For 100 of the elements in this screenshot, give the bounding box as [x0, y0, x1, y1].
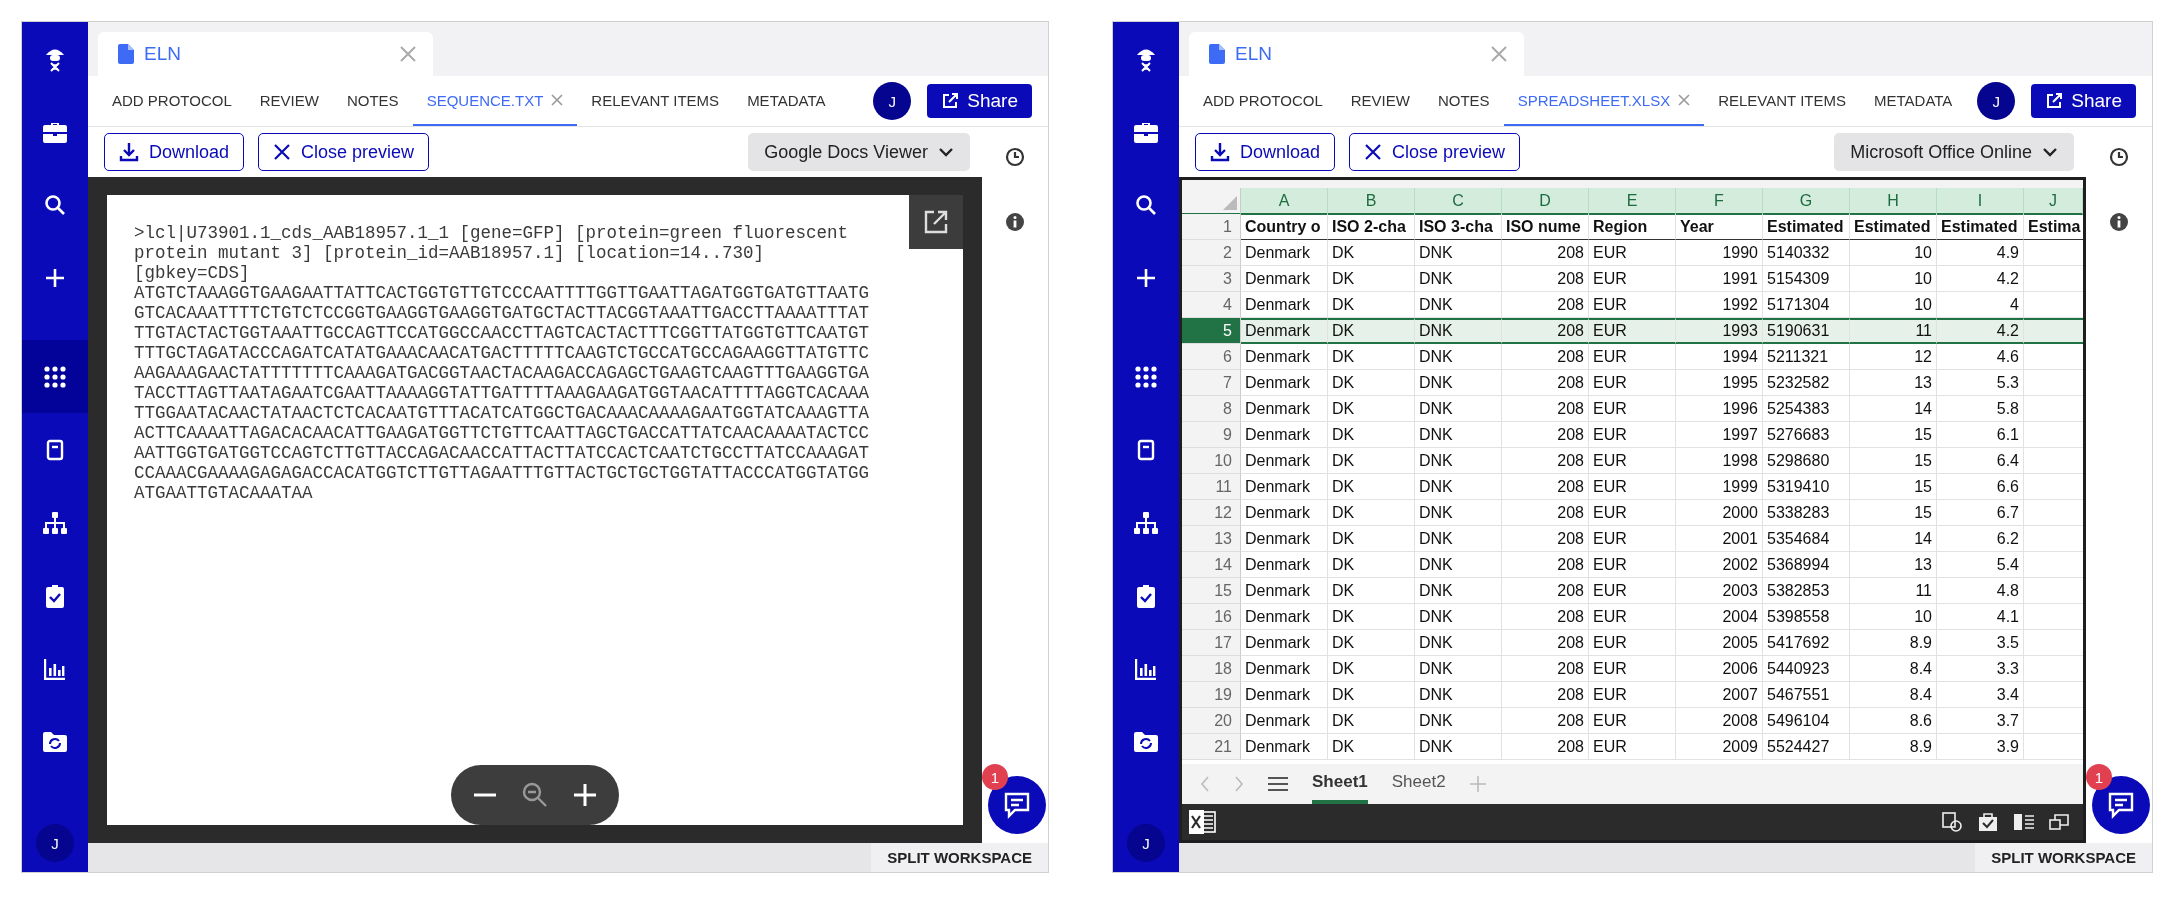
table-cell: DNK [1415, 240, 1502, 266]
column-header[interactable]: I [1937, 188, 2024, 215]
table-cell: 5140332 [1763, 240, 1850, 266]
row-header[interactable]: 11 [1182, 474, 1241, 500]
row-header[interactable]: 1 [1182, 214, 1241, 240]
nav-tab[interactable]: METADATA [1860, 76, 1967, 126]
nav-tab[interactable]: ADD PROTOCOL [1189, 76, 1337, 126]
notification-badge: 1 [982, 764, 1008, 790]
copy-refresh-icon[interactable] [1941, 811, 1963, 833]
row-header[interactable]: 13 [1182, 526, 1241, 552]
column-header[interactable]: E [1589, 188, 1676, 215]
row-header[interactable]: 16 [1182, 604, 1241, 630]
download-button[interactable]: Download [104, 133, 245, 171]
share-button[interactable]: Share [2031, 84, 2136, 118]
row-header[interactable]: 17 [1182, 630, 1241, 656]
row-header[interactable]: 12 [1182, 500, 1241, 526]
table-cell: DK [1328, 604, 1415, 630]
split-workspace-button[interactable]: SPLIT WORKSPACE [1975, 843, 2152, 872]
viewer-dropdown[interactable]: Microsoft Office Online [1834, 133, 2074, 171]
table-cell: DNK [1415, 344, 1502, 370]
row-header[interactable]: 10 [1182, 448, 1241, 474]
user-avatar[interactable]: J [873, 82, 912, 120]
nav-tab[interactable]: RELEVANT ITEMS [1704, 76, 1860, 126]
user-avatar[interactable]: J [1127, 824, 1165, 862]
clock-icon[interactable] [2109, 147, 2129, 167]
plus-icon [44, 266, 66, 289]
table-cell: 1993 [1676, 318, 1763, 344]
menu-icon[interactable] [1268, 776, 1288, 792]
document-tab[interactable]: ELN [98, 32, 433, 76]
table-cell: ISO 3-cha [1415, 214, 1502, 240]
column-header[interactable]: B [1328, 188, 1415, 215]
info-icon[interactable] [1005, 212, 1025, 232]
table-cell: DNK [1415, 370, 1502, 396]
row-header[interactable]: 2 [1182, 240, 1241, 266]
popout-icon[interactable] [2049, 813, 2069, 831]
row-header[interactable]: 21 [1182, 734, 1241, 760]
sheet-tab[interactable]: Sheet2 [1391, 764, 1446, 804]
nav-tab[interactable]: REVIEW [245, 76, 333, 126]
row-header[interactable]: 3 [1182, 266, 1241, 292]
clock-icon[interactable] [1005, 147, 1025, 167]
column-header[interactable]: A [1241, 188, 1328, 215]
column-header[interactable]: G [1763, 188, 1850, 215]
table-cell: 208 [1502, 578, 1589, 604]
user-avatar[interactable]: J [1977, 82, 2016, 120]
column-header[interactable]: C [1415, 188, 1502, 215]
briefcase-check-icon[interactable] [1977, 811, 1999, 833]
table-cell: DK [1328, 370, 1415, 396]
nav-tab[interactable]: REVIEW [1336, 76, 1424, 126]
share-button[interactable]: Share [927, 84, 1032, 118]
row-header[interactable]: 15 [1182, 578, 1241, 604]
table-cell: 3.4 [1937, 682, 2024, 708]
row-header[interactable]: 7 [1182, 370, 1241, 396]
download-button[interactable]: Download [1195, 133, 1336, 171]
table-cell: 2008 [1676, 708, 1763, 734]
table-cell: Denmark [1241, 474, 1328, 500]
close-preview-button[interactable]: Close preview [258, 133, 430, 171]
table-cell: EUR [1589, 708, 1676, 734]
document-tab[interactable]: ELN [1189, 32, 1524, 76]
open-external-button[interactable] [909, 195, 963, 249]
table-cell: DNK [1415, 682, 1502, 708]
table-cell: Estimated [1937, 214, 2024, 240]
table-cell: 5398558 [1763, 604, 1850, 630]
row-header[interactable]: 5 [1182, 318, 1241, 344]
row-header[interactable]: 8 [1182, 396, 1241, 422]
nav-tab[interactable]: SEQUENCE.TXT [412, 76, 578, 126]
reading-view-icon[interactable] [2013, 812, 2035, 832]
row-header[interactable]: 18 [1182, 656, 1241, 682]
user-avatar[interactable]: J [36, 824, 74, 862]
table-cell: DNK [1415, 396, 1502, 422]
row-header[interactable]: 9 [1182, 422, 1241, 448]
table-cell: DK [1328, 708, 1415, 734]
column-header[interactable]: F [1676, 188, 1763, 215]
sidebar-item[interactable] [22, 340, 88, 413]
column-header[interactable]: J [2024, 188, 2083, 215]
close-icon[interactable] [551, 94, 564, 106]
nav-tab[interactable]: NOTES [332, 76, 413, 126]
nav-tab[interactable]: METADATA [733, 76, 840, 126]
close-preview-button[interactable]: Close preview [1349, 133, 1521, 171]
external-link-icon [941, 92, 960, 110]
sequence-text-line: TTTGCTAGATACCCAGATCATATGAAACAACATGACTTTTTCAAGTCTGCCATGCCAGAAGGTTATGTTC [134, 343, 871, 363]
row-header[interactable]: 4 [1182, 292, 1241, 318]
nav-tab[interactable]: ADD PROTOCOL [98, 76, 246, 126]
table-cell: ISO 2-cha [1328, 214, 1415, 240]
nav-tab[interactable]: RELEVANT ITEMS [577, 76, 734, 126]
select-all-corner[interactable] [1182, 188, 1241, 215]
info-icon[interactable] [2109, 212, 2129, 232]
search-icon [44, 193, 66, 216]
table-cell: 1991 [1676, 266, 1763, 292]
split-workspace-button[interactable]: SPLIT WORKSPACE [871, 843, 1048, 872]
row-header[interactable]: 19 [1182, 682, 1241, 708]
row-header[interactable]: 20 [1182, 708, 1241, 734]
row-header[interactable]: 6 [1182, 344, 1241, 370]
row-header[interactable]: 14 [1182, 552, 1241, 578]
close-icon[interactable] [1678, 94, 1691, 106]
viewer-dropdown[interactable]: Google Docs Viewer [748, 133, 970, 171]
nav-tab[interactable]: NOTES [1423, 76, 1504, 126]
nav-tab[interactable]: SPREADSHEET.XLSX [1503, 76, 1705, 126]
column-header[interactable]: D [1502, 188, 1589, 215]
table-cell: 208 [1502, 552, 1589, 578]
column-header[interactable]: H [1850, 188, 1937, 215]
